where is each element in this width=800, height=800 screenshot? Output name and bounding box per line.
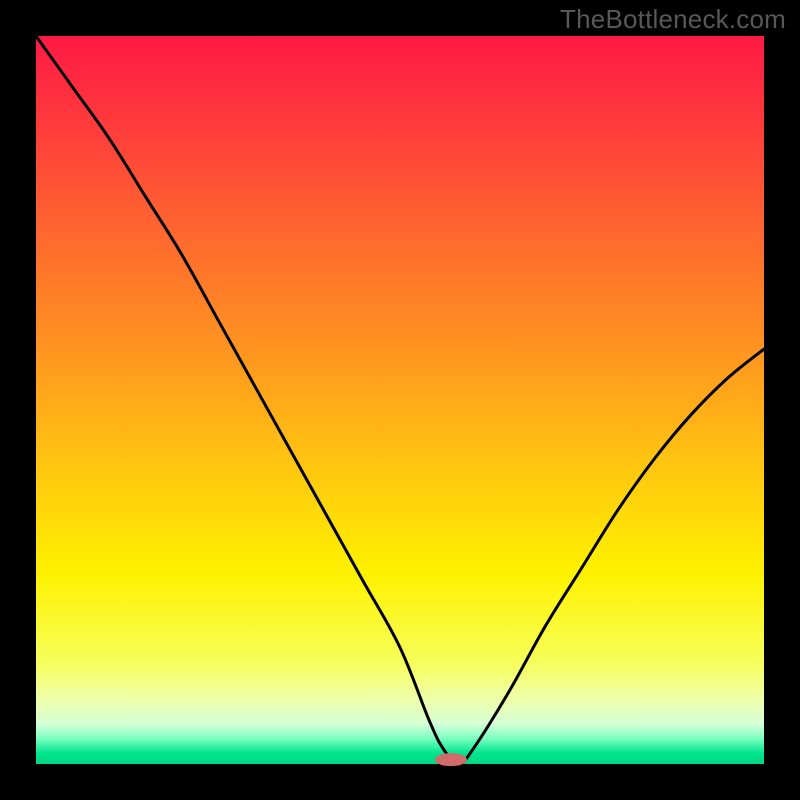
minimum-marker	[435, 753, 467, 766]
plot-background	[36, 36, 764, 764]
chart-svg	[0, 0, 800, 800]
watermark-text: TheBottleneck.com	[560, 4, 786, 35]
bottleneck-chart: TheBottleneck.com	[0, 0, 800, 800]
